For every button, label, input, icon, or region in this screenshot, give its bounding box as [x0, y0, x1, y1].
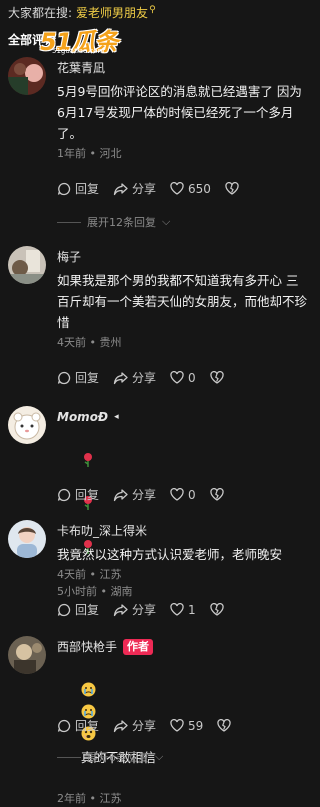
like-count: 650 [188, 181, 211, 196]
share-icon [113, 603, 128, 616]
comment-meta: 4天前 • 贵州 [57, 336, 122, 349]
like-count: 0 [188, 370, 196, 385]
username[interactable]: MomoĐ ◂ [57, 409, 308, 425]
comment-meta: 1年前 • 河北 [57, 147, 122, 160]
rose-icon [81, 452, 95, 474]
username-text: 西部快枪手 [57, 640, 118, 654]
chevron-down-icon: ⌵ [155, 750, 164, 763]
broken-heart-icon [210, 488, 224, 501]
avatar[interactable] [8, 520, 46, 558]
share-icon [113, 371, 128, 384]
share-button[interactable]: 分享 [113, 486, 156, 503]
reply-icon [57, 603, 71, 616]
comment-meta: 5小时前 • 湖南 [57, 584, 133, 598]
username[interactable]: 花葉青凪 [57, 60, 308, 76]
like-button[interactable]: 59 [170, 719, 203, 733]
search-suggestion-keyword[interactable]: 爱老师男朋友 [76, 6, 148, 20]
share-button[interactable]: 分享 [113, 369, 156, 386]
search-icon: ⚲ [149, 5, 156, 15]
watermark-sub-text: 51guatiao.com [52, 47, 105, 55]
username[interactable]: 卡布叻_深上得米 [57, 523, 308, 539]
heart-icon [170, 371, 184, 384]
broken-heart-icon [210, 603, 224, 616]
like-button[interactable]: 650 [170, 182, 211, 196]
reply-button[interactable]: 回复 [57, 486, 99, 503]
like-button[interactable]: 0 [170, 371, 196, 385]
share-button[interactable]: 分享 [113, 601, 156, 618]
author-badge: 作者 [123, 639, 154, 655]
username[interactable]: 西部快枪手 作者 [57, 639, 308, 655]
share-label: 分享 [132, 603, 157, 617]
reply-label: 回复 [75, 488, 100, 502]
avatar[interactable] [8, 57, 46, 95]
heart-icon [170, 719, 184, 732]
like-count: 1 [188, 602, 196, 617]
comment-meta: 4天前 • 江苏 [57, 568, 122, 581]
share-icon [113, 488, 128, 501]
like-count: 0 [188, 487, 196, 502]
share-label: 分享 [132, 371, 157, 385]
reply-button[interactable]: 回复 [57, 180, 99, 197]
chevron-down-icon: ⌵ [162, 215, 171, 228]
comment-actions: 回复 分享 0 [57, 369, 238, 386]
share-label: 分享 [132, 182, 157, 196]
divider-line [57, 221, 81, 223]
share-button[interactable]: 分享 [113, 717, 156, 734]
reply-button[interactable]: 回复 [57, 601, 99, 618]
broken-heart-icon [210, 371, 224, 384]
comment-actions: 回复 分享 650 [57, 180, 253, 197]
comment-actions: 回复 分享 1 [57, 601, 238, 618]
heart-icon [170, 603, 184, 616]
share-icon [113, 182, 128, 195]
comment-text: 我竟然以这种方式认识爱老师，老师晚安 [57, 547, 283, 562]
reply-icon [57, 182, 71, 195]
like-count: 59 [188, 718, 204, 733]
reply-label: 回复 [75, 371, 100, 385]
comment-meta: 2年前 • 江苏 [57, 792, 122, 805]
triangle-icon: ◂ [114, 412, 119, 422]
broken-heart-icon [217, 719, 231, 732]
heart-icon [170, 182, 184, 195]
comment-text: 如果我是那个男的我都不知道我有多开心 三百斤却有一个美若天仙的女朋友，而他却不珍… [57, 273, 308, 330]
share-label: 分享 [132, 488, 157, 502]
search-suggestion-prefix: 大家都在搜: [8, 6, 73, 20]
watermark-logo: 51瓜条 51guatiao.com [40, 22, 120, 56]
comment-actions: 回复 分享 59 [57, 717, 245, 734]
expand-replies-label: 展开12条回复 [87, 216, 156, 229]
avatar[interactable] [8, 406, 46, 444]
expand-replies[interactable]: 展开6条回复 ⌵ [57, 749, 163, 765]
expand-replies[interactable]: 展开12条回复 ⌵ [57, 214, 170, 230]
reply-label: 回复 [75, 603, 100, 617]
reply-icon [57, 488, 71, 501]
dislike-button[interactable] [210, 371, 224, 384]
reply-label: 回复 [75, 182, 100, 196]
avatar[interactable] [8, 636, 46, 674]
top-bar: 大家都在搜: 爱老师男朋友⚲ 全部评论 51瓜条 51guatiao.com [0, 0, 314, 56]
like-button[interactable]: 0 [170, 488, 196, 502]
expand-replies-label: 展开6条回复 [87, 751, 149, 764]
reply-icon [57, 371, 71, 384]
broken-heart-icon [225, 182, 239, 195]
share-label: 分享 [132, 719, 157, 733]
share-button[interactable]: 分享 [113, 180, 156, 197]
comment-actions: 回复 分享 0 [57, 486, 238, 503]
search-suggestion[interactable]: 大家都在搜: 爱老师男朋友⚲ [8, 4, 156, 21]
dislike-button[interactable] [210, 488, 224, 501]
username-text: MomoĐ [57, 410, 109, 424]
divider-line [57, 756, 81, 758]
share-icon [113, 719, 128, 732]
comment-text: 5月9号回你评论区的消息就已经遇害了 因为6月17号发现尸体的时候已经死了一个多… [57, 84, 302, 141]
reply-icon [57, 719, 71, 732]
reply-label: 回复 [75, 719, 100, 733]
crying-face-icon [81, 682, 96, 703]
dislike-button[interactable] [217, 719, 231, 732]
avatar[interactable] [8, 246, 46, 284]
dislike-button[interactable] [210, 603, 224, 616]
like-button[interactable]: 1 [170, 603, 196, 617]
username[interactable]: 梅子 [57, 249, 308, 265]
dislike-button[interactable] [225, 182, 239, 195]
reply-button[interactable]: 回复 [57, 717, 99, 734]
reply-button[interactable]: 回复 [57, 369, 99, 386]
heart-icon [170, 488, 184, 501]
